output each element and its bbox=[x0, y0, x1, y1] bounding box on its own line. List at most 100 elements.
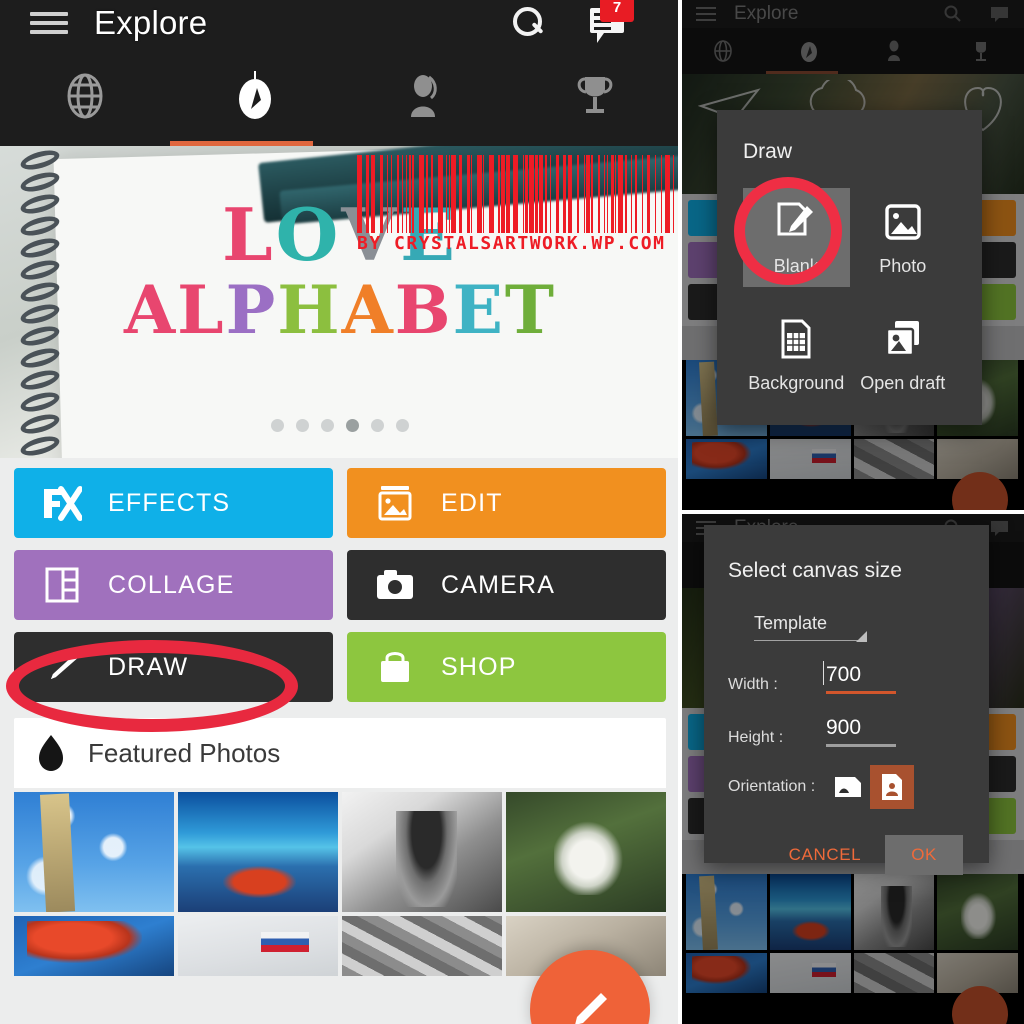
tab-globe[interactable] bbox=[0, 46, 170, 146]
collage-icon bbox=[42, 565, 82, 605]
search-icon bbox=[944, 5, 961, 22]
photo-thumbnail[interactable] bbox=[14, 916, 174, 976]
collage-label: COLLAGE bbox=[108, 570, 235, 599]
width-value: 700 bbox=[826, 663, 862, 686]
tab-profile[interactable] bbox=[852, 39, 938, 63]
draw-dialog-title: Draw bbox=[743, 140, 793, 163]
camera-icon bbox=[375, 565, 415, 605]
canvas-size-dialog-panel: Explore bbox=[680, 514, 1024, 1024]
photo-thumbnail[interactable] bbox=[686, 953, 767, 993]
featured-hero-image[interactable]: LOVE ALPHABET bbox=[0, 146, 680, 458]
edit-label: EDIT bbox=[441, 488, 503, 517]
photo-thumbnail[interactable] bbox=[937, 874, 1018, 950]
document-pencil-icon bbox=[773, 196, 819, 248]
draw-option-background[interactable]: Background bbox=[743, 305, 850, 404]
hamburger-menu-icon[interactable] bbox=[696, 7, 716, 21]
tab-profile[interactable] bbox=[340, 46, 510, 146]
photo-thumbnail[interactable] bbox=[769, 439, 851, 479]
shop-label: SHOP bbox=[441, 652, 517, 681]
layers-photo-icon bbox=[881, 313, 925, 365]
photo-thumbnail[interactable] bbox=[506, 792, 666, 912]
draw-option-photo[interactable]: Photo bbox=[850, 188, 957, 287]
chat-icon bbox=[991, 521, 1008, 536]
draw-option-open-draft-label: Open draft bbox=[860, 373, 946, 393]
width-input[interactable]: 700 bbox=[823, 661, 896, 694]
photo-thumbnail[interactable] bbox=[853, 874, 935, 950]
portrait-icon bbox=[882, 774, 902, 800]
brush-icon bbox=[42, 647, 82, 687]
photo-thumbnail[interactable] bbox=[14, 792, 174, 912]
action-button-grid: EFFECTS EDIT COLLAGE CAMERA DRAW SHOP bbox=[0, 458, 680, 714]
carousel-dot[interactable] bbox=[271, 419, 284, 432]
featured-photo-grid bbox=[14, 792, 666, 976]
cancel-button[interactable]: CANCEL bbox=[779, 837, 872, 873]
photo-thumbnail[interactable] bbox=[178, 792, 338, 912]
shop-button[interactable]: SHOP bbox=[347, 632, 666, 702]
image-edit-icon bbox=[375, 483, 415, 523]
person-icon bbox=[411, 75, 437, 117]
template-dropdown[interactable]: Template bbox=[754, 613, 963, 642]
photo-thumbnail[interactable] bbox=[769, 953, 851, 993]
effects-label: EFFECTS bbox=[108, 488, 231, 517]
spiral-binding bbox=[10, 146, 66, 458]
height-value: 900 bbox=[826, 716, 862, 739]
height-label: Height : bbox=[728, 729, 784, 746]
grid-document-icon bbox=[774, 313, 818, 365]
ok-button[interactable]: OK bbox=[885, 835, 963, 875]
photo-thumbnail[interactable] bbox=[853, 953, 935, 993]
mini-tab-bar bbox=[680, 28, 1024, 74]
carousel-dot[interactable] bbox=[296, 419, 309, 432]
photo-thumbnail[interactable] bbox=[342, 916, 502, 976]
orientation-landscape-option[interactable] bbox=[826, 765, 870, 809]
tab-explore[interactable] bbox=[766, 38, 852, 64]
tab-contests[interactable] bbox=[510, 46, 680, 146]
draw-option-photo-label: Photo bbox=[879, 256, 927, 276]
camera-button[interactable]: CAMERA bbox=[347, 550, 666, 620]
photo-icon bbox=[881, 196, 925, 248]
carousel-dot[interactable] bbox=[371, 419, 384, 432]
draw-dialog: Draw Blank Photo Background Open draft bbox=[717, 110, 982, 425]
tab-bar bbox=[0, 46, 680, 146]
canvas-dialog-title: Select canvas size bbox=[728, 559, 902, 582]
shop-bag-icon bbox=[375, 647, 415, 687]
carousel-dot[interactable] bbox=[396, 419, 409, 432]
fx-icon bbox=[42, 483, 82, 523]
edit-button[interactable]: EDIT bbox=[347, 468, 666, 538]
draw-option-blank[interactable]: Blank bbox=[743, 188, 850, 287]
page-title: Explore bbox=[94, 4, 208, 41]
photo-thumbnail[interactable] bbox=[769, 874, 851, 950]
main-app-panel: Explore 7 LOVE ALPHABET EFFECTS EDIT COL… bbox=[0, 0, 680, 1024]
carousel-dots[interactable] bbox=[0, 419, 680, 432]
collage-button[interactable]: COLLAGE bbox=[14, 550, 333, 620]
panel-divider-horizontal bbox=[680, 510, 1024, 514]
hamburger-menu-icon[interactable] bbox=[30, 9, 68, 37]
orientation-label: Orientation : bbox=[728, 778, 816, 795]
carousel-dot[interactable] bbox=[321, 419, 334, 432]
draw-button[interactable]: DRAW bbox=[14, 632, 333, 702]
compass-icon bbox=[239, 71, 271, 119]
chat-icon[interactable]: 7 bbox=[590, 0, 634, 43]
tab-globe[interactable] bbox=[680, 39, 766, 63]
photo-thumbnail[interactable] bbox=[853, 439, 935, 479]
draw-label: DRAW bbox=[108, 652, 189, 681]
tab-explore[interactable] bbox=[170, 46, 340, 146]
height-input[interactable]: 900 bbox=[826, 716, 896, 747]
photo-thumbnail[interactable] bbox=[178, 916, 338, 976]
photo-thumbnail[interactable] bbox=[342, 792, 502, 912]
globe-icon bbox=[67, 73, 103, 119]
text-caret bbox=[823, 661, 824, 685]
tab-contests[interactable] bbox=[938, 39, 1024, 63]
effects-button[interactable]: EFFECTS bbox=[14, 468, 333, 538]
width-field-row: Width : 700 bbox=[728, 661, 963, 694]
draw-option-open-draft[interactable]: Open draft bbox=[850, 305, 957, 404]
orientation-portrait-option[interactable] bbox=[870, 765, 914, 809]
orientation-row: Orientation : bbox=[728, 765, 963, 809]
carousel-dot-active[interactable] bbox=[346, 419, 359, 432]
screenshot-root: Explore 7 LOVE ALPHABET EFFECTS EDIT COL… bbox=[0, 0, 1024, 1024]
app-bar: Explore 7 bbox=[0, 0, 680, 46]
notification-badge: 7 bbox=[600, 0, 634, 22]
featured-photos-title: Featured Photos bbox=[88, 737, 281, 768]
photo-thumbnail[interactable] bbox=[686, 439, 767, 479]
search-icon[interactable] bbox=[510, 6, 544, 40]
photo-thumbnail[interactable] bbox=[686, 874, 767, 950]
